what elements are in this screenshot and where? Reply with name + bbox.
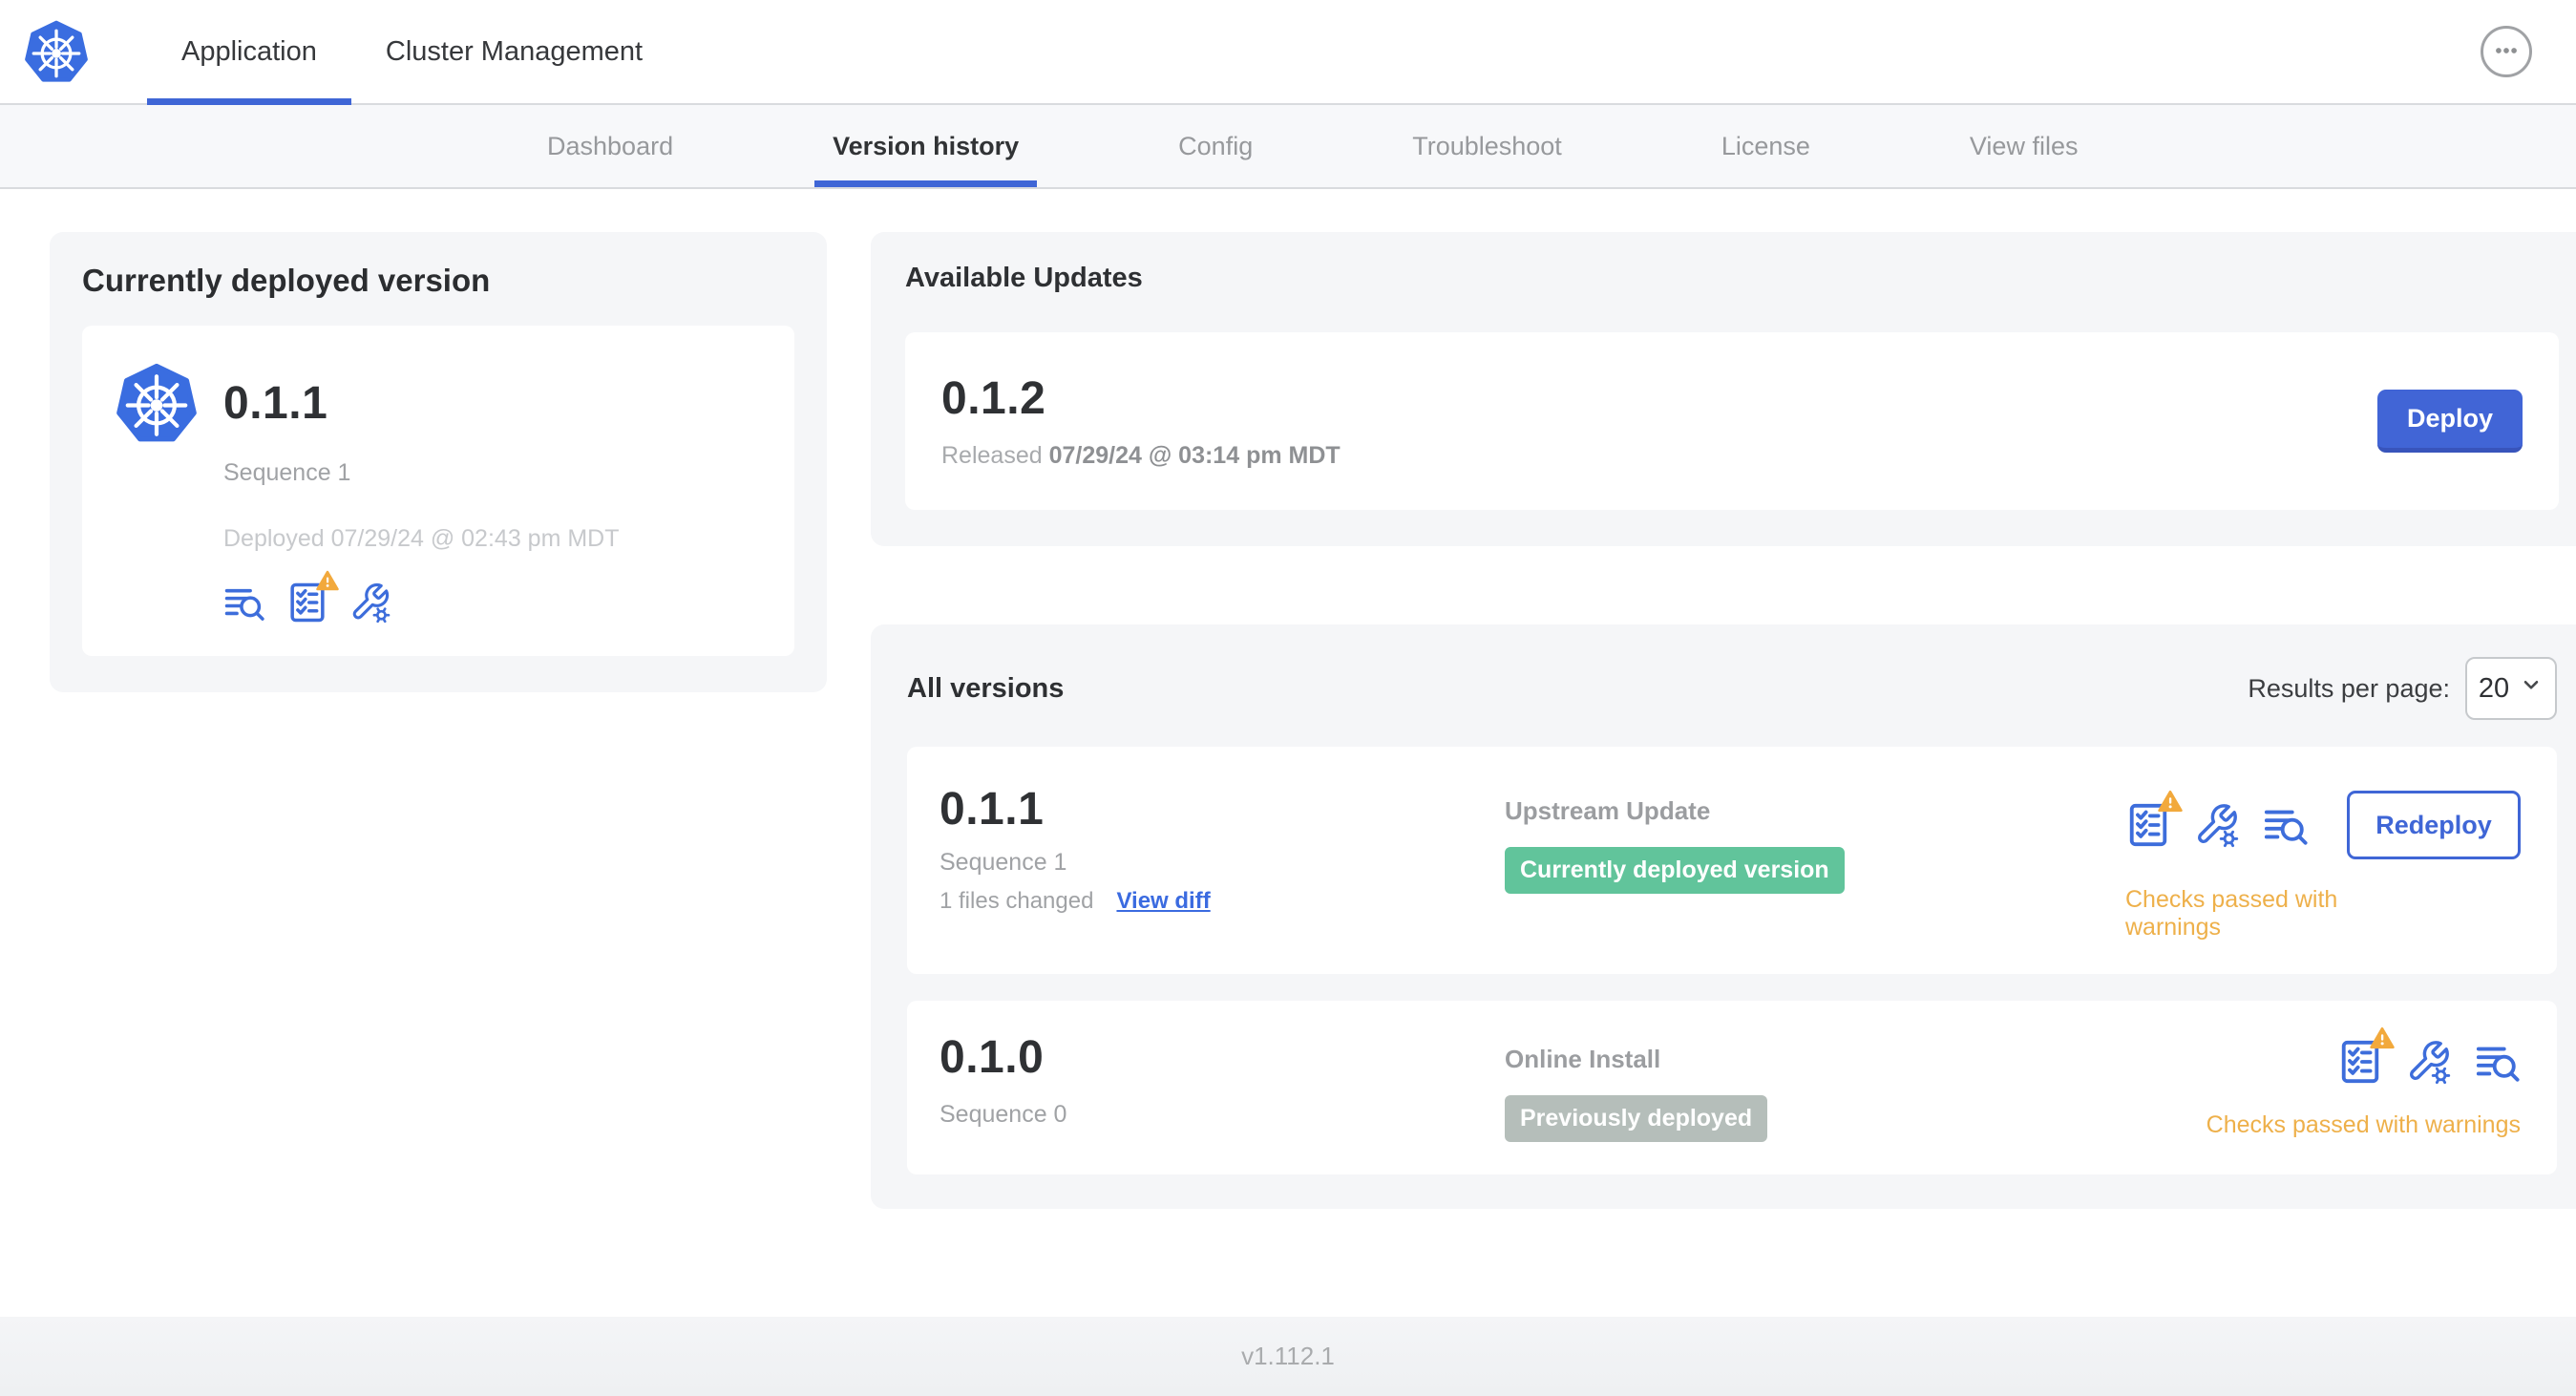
all-versions-title: All versions [907,672,1065,704]
subnav-item-view-files[interactable]: View files [1952,105,2097,187]
results-per-page-select[interactable]: 20 [2465,657,2557,720]
preflight-checks-icon[interactable] [2337,1026,2395,1085]
kubernetes-app-icon [116,362,197,444]
currently-deployed-title: Currently deployed version [82,263,491,298]
config-wrench-icon[interactable] [349,582,391,624]
currently-deployed-card: 0.1.1 Sequence 1 Deployed 07/29/24 @ 02:… [82,326,794,656]
available-update-card: 0.1.2 Released 07/29/24 @ 03:14 pm MDT D… [905,332,2559,510]
kubernetes-logo-icon [25,19,88,84]
files-changed-label: 1 files changed [940,888,1094,914]
deploy-button[interactable]: Deploy [2377,390,2523,453]
row-version-number: 0.1.1 [940,784,1045,835]
preflight-checks-icon[interactable] [2125,790,2183,848]
version-source-label: Upstream Update [1505,796,1711,825]
update-released-line: Released 07/29/24 @ 03:14 pm MDT [941,442,1341,470]
release-notes-icon[interactable] [223,582,265,624]
warning-triangle-icon [2370,1026,2395,1054]
deployed-version-actions [223,570,760,624]
row-sequence-label: Sequence 1 [940,849,1067,876]
tab-cluster-management[interactable]: Cluster Management [351,0,677,103]
top-bar: Application Cluster Management [0,0,2576,105]
redeploy-button[interactable]: Redeploy [2347,791,2521,859]
main-content: Currently deployed version 0.1.1 Sequenc… [0,189,2576,1317]
release-notes-icon[interactable] [2263,802,2309,848]
release-notes-icon[interactable] [2475,1039,2521,1085]
currently-deployed-badge: Currently deployed version [1505,847,1845,894]
page-footer: v1.112.1 [0,1317,2576,1396]
tab-application-label: Application [181,35,317,67]
row-sequence-label: Sequence 0 [940,1101,1067,1128]
row-actions: Redeploy [2125,790,2521,859]
view-diff-link[interactable]: View diff [1116,888,1210,915]
released-label: Released [941,442,1043,469]
config-wrench-icon[interactable] [2406,1039,2452,1085]
all-versions-panel: All versions Results per page: 20 0.1.1 … [871,624,2576,1209]
previously-deployed-badge: Previously deployed [1505,1095,1768,1142]
row-actions [2337,1026,2521,1085]
update-version-number: 0.1.2 [941,373,1046,424]
subnav-item-version-history[interactable]: Version history [814,105,1038,187]
top-tab-bar: Application Cluster Management [147,0,677,105]
row-version-number: 0.1.0 [940,1032,1045,1083]
tab-application[interactable]: Application [147,0,351,105]
warning-triangle-icon [316,570,339,596]
chevron-down-icon [2519,672,2544,705]
version-row-0-1-0: 0.1.0 Sequence 0 Online Install Previous… [907,1001,2557,1174]
overflow-menu-button[interactable] [2481,26,2532,77]
deployed-version-header: 0.1.1 [116,362,760,444]
ellipsis-icon [2490,34,2523,70]
results-per-page: Results per page: 20 [2248,657,2557,720]
available-updates-panel: Available Updates 0.1.2 Released 07/29/2… [871,232,2576,546]
deployed-version-number: 0.1.1 [223,377,328,429]
deployed-timestamp: Deployed 07/29/24 @ 02:43 pm MDT [223,525,620,552]
app-subnav: Dashboard Version history Config Trouble… [0,105,2576,189]
subnav-item-license[interactable]: License [1703,105,1828,187]
checks-status-label: Checks passed with warnings [2206,1111,2521,1138]
tab-cluster-management-label: Cluster Management [385,35,644,67]
subnav-item-dashboard[interactable]: Dashboard [529,105,691,187]
subnav-item-config[interactable]: Config [1160,105,1271,187]
warning-triangle-icon [2158,790,2183,817]
results-per-page-label: Results per page: [2248,673,2450,703]
admin-console-page: Application Cluster Management Dashboard… [0,0,2576,1396]
version-source-label: Online Install [1505,1045,1661,1073]
version-row-0-1-1: 0.1.1 Sequence 1 1 files changed View di… [907,747,2557,974]
results-per-page-value: 20 [2478,672,2510,704]
right-column: Available Updates 0.1.2 Released 07/29/2… [871,232,2576,1209]
available-updates-title: Available Updates [905,263,1143,293]
deployed-sequence-label: Sequence 1 [223,459,351,486]
released-date: 07/29/24 @ 03:14 pm MDT [1048,442,1341,469]
preflight-checks-icon[interactable] [286,570,339,624]
config-wrench-icon[interactable] [2194,802,2240,848]
checks-status-label: Checks passed with warnings [2125,886,2338,941]
subnav-item-troubleshoot[interactable]: Troubleshoot [1394,105,1580,187]
currently-deployed-panel: Currently deployed version 0.1.1 Sequenc… [50,232,827,692]
console-version-label: v1.112.1 [1241,1342,1335,1370]
